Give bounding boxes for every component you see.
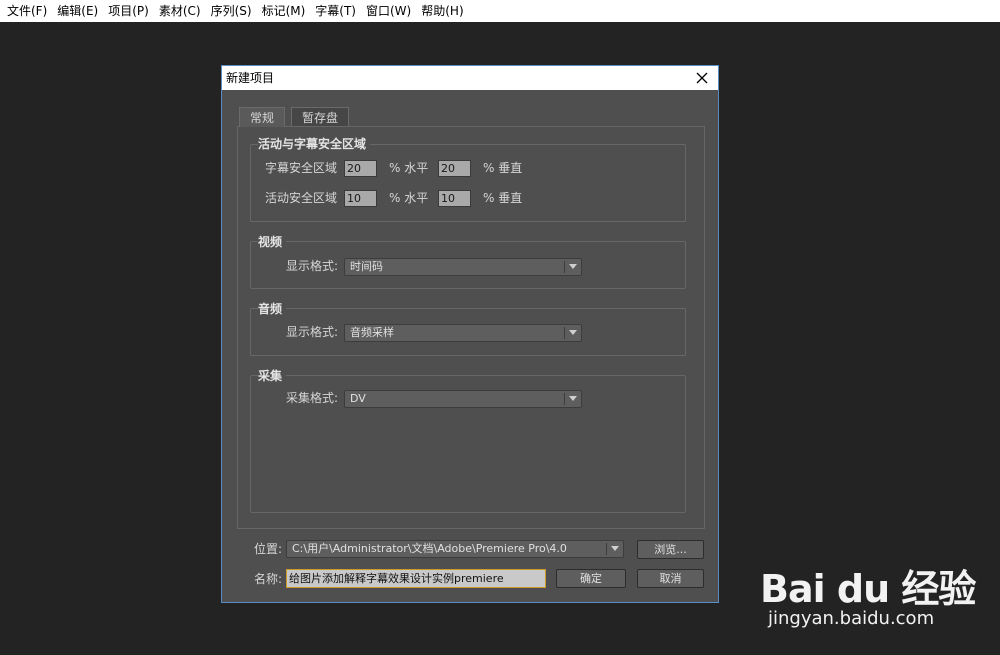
- action-safe-horizontal-input[interactable]: 10: [344, 190, 377, 207]
- select-divider: [564, 261, 565, 273]
- cancel-button[interactable]: 取消: [637, 569, 704, 588]
- menubar: 文件(F) 编辑(E) 项目(P) 素材(C) 序列(S) 标记(M) 字幕(T…: [0, 0, 1000, 22]
- action-safe-label: 活动安全区域: [265, 191, 338, 205]
- select-divider: [564, 393, 565, 405]
- title-safe-horizontal-input[interactable]: 20: [344, 160, 377, 177]
- title-safe-label: 字幕安全区域: [265, 161, 338, 175]
- capture-format-value: DV: [350, 392, 366, 405]
- dialog-title: 新建项目: [226, 71, 275, 85]
- menu-sequence[interactable]: 序列(S): [206, 0, 257, 22]
- audio-display-format-select[interactable]: 音频采样: [344, 324, 582, 342]
- video-display-format-select[interactable]: 时间码: [344, 258, 582, 276]
- menu-title[interactable]: 字幕(T): [310, 0, 361, 22]
- baidu-logo: Bai du 经验: [760, 567, 976, 611]
- action-safe-horizontal-unit: % 水平: [389, 191, 429, 205]
- menu-project[interactable]: 项目(P): [103, 0, 154, 22]
- location-select[interactable]: C:\用户\Administrator\文档\Adobe\Premiere Pr…: [286, 540, 624, 558]
- capture-format-label: 采集格式:: [286, 391, 339, 405]
- tab-panel-general: 活动与字幕安全区域 字幕安全区域 20 % 水平 20 % 垂直 活动安全区域 …: [237, 126, 705, 529]
- capture-format-select[interactable]: DV: [344, 390, 582, 408]
- name-label: 名称:: [254, 572, 283, 586]
- project-name-input[interactable]: 给图片添加解释字幕效果设计实例premiere: [286, 569, 546, 588]
- menu-window[interactable]: 窗口(W): [361, 0, 416, 22]
- baidu-watermark: Bai du 经验 jingyan.baidu.com: [760, 548, 976, 638]
- chevron-down-icon: [569, 264, 577, 269]
- audio-display-format-value: 音频采样: [350, 326, 394, 339]
- action-safe-vertical-unit: % 垂直: [483, 191, 523, 205]
- menu-edit[interactable]: 编辑(E): [52, 0, 103, 22]
- title-safe-vertical-unit: % 垂直: [483, 161, 523, 175]
- menu-clip[interactable]: 素材(C): [154, 0, 206, 22]
- baidu-url: jingyan.baidu.com: [768, 608, 935, 629]
- menu-file[interactable]: 文件(F): [2, 0, 52, 22]
- audio-display-format-label: 显示格式:: [286, 325, 339, 339]
- video-title: 视频: [258, 235, 287, 249]
- action-safe-vertical-input[interactable]: 10: [438, 190, 471, 207]
- location-label: 位置:: [254, 542, 283, 556]
- title-safe-horizontal-unit: % 水平: [389, 161, 429, 175]
- capture-title: 采集: [258, 369, 287, 383]
- chevron-down-icon: [611, 546, 619, 551]
- safe-area-group: [250, 144, 686, 222]
- video-display-format-label: 显示格式:: [286, 259, 339, 273]
- browse-button[interactable]: 浏览...: [637, 540, 704, 559]
- select-divider: [606, 543, 607, 555]
- title-safe-vertical-input[interactable]: 20: [438, 160, 471, 177]
- location-value: C:\用户\Administrator\文档\Adobe\Premiere Pr…: [292, 542, 567, 555]
- tab-general[interactable]: 常规: [239, 107, 286, 127]
- chevron-down-icon: [569, 330, 577, 335]
- menu-help[interactable]: 帮助(H): [416, 0, 468, 22]
- safe-area-title: 活动与字幕安全区域: [258, 137, 371, 151]
- chevron-down-icon: [569, 396, 577, 401]
- ok-button[interactable]: 确定: [556, 569, 626, 588]
- tab-scratch-disks[interactable]: 暂存盘: [291, 107, 350, 127]
- dialog-titlebar: 新建项目: [222, 66, 718, 90]
- new-project-dialog: 新建项目 常规 暂存盘 活动与字幕安全区域 字幕安全区域 20 % 水平 20 …: [221, 65, 719, 603]
- audio-title: 音频: [258, 302, 287, 316]
- select-divider: [564, 327, 565, 339]
- video-display-format-value: 时间码: [350, 260, 383, 273]
- menu-marker[interactable]: 标记(M): [257, 0, 311, 22]
- close-icon[interactable]: [692, 68, 712, 88]
